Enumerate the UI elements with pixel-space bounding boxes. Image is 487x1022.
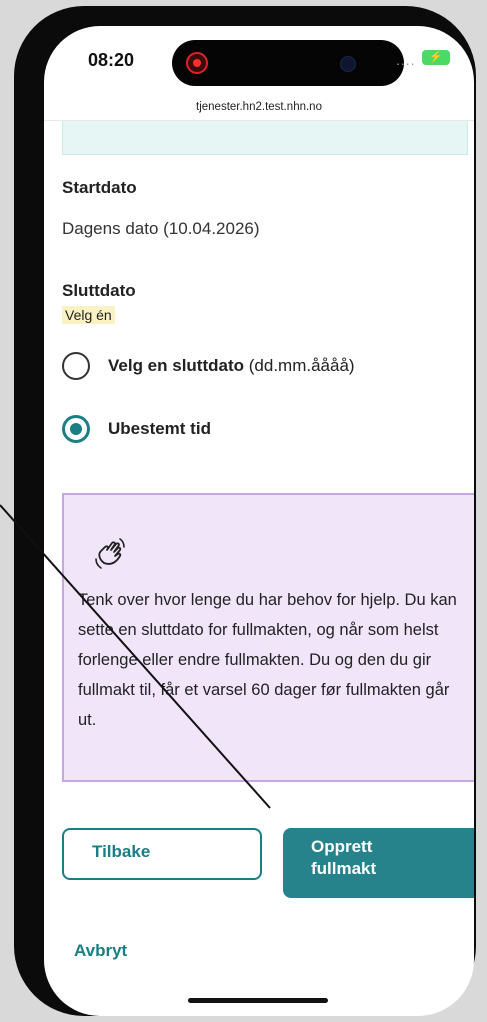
end-date-label: Sluttdato <box>62 281 136 300</box>
create-button-line1: Opprett <box>311 837 373 856</box>
radio-button-unchecked[interactable] <box>62 352 90 380</box>
radio-label-indefinite: Ubestemt tid <box>108 419 211 438</box>
phone-frame: 08:20 .... ⚡ tjenester.hn2.test.nhn.no S… <box>14 6 476 1016</box>
radio-label-end-date: Velg en sluttdato (dd.mm.åååå) <box>108 356 355 375</box>
status-time: 08:20 <box>88 50 135 70</box>
back-button[interactable]: Tilbake <box>62 828 262 880</box>
start-date-value: Dagens dato (10.04.2026) <box>62 219 260 238</box>
battery-icon: ⚡ <box>422 50 450 65</box>
start-date-label: Startdato <box>62 178 137 197</box>
phone-screen: 08:20 .... ⚡ tjenester.hn2.test.nhn.no S… <box>44 26 474 1016</box>
signal-icon: .... <box>396 52 416 68</box>
choose-one-hint: Velg én <box>62 306 115 324</box>
create-authorization-button[interactable]: Opprett fullmakt <box>283 828 474 898</box>
callout-text: Tenk over hvor lenge du har behov for hj… <box>78 591 457 729</box>
radio-option-end-date[interactable]: Velg en sluttdato (dd.mm.åååå) <box>62 352 355 380</box>
waving-hand-icon <box>95 538 125 569</box>
radio-option-indefinite[interactable]: Ubestemt tid <box>62 415 211 443</box>
recording-icon <box>186 52 208 74</box>
dynamic-island <box>172 40 404 86</box>
browser-url[interactable]: tjenester.hn2.test.nhn.no <box>44 101 474 113</box>
camera-icon <box>340 56 356 72</box>
home-indicator <box>188 998 328 1003</box>
cancel-link[interactable]: Avbryt <box>74 941 127 961</box>
radio-button-checked[interactable] <box>62 415 90 443</box>
create-button-line2: fullmakt <box>311 859 377 878</box>
info-box-bottom <box>62 121 468 155</box>
info-callout: Tenk over hvor lenge du har behov for hj… <box>62 493 474 782</box>
